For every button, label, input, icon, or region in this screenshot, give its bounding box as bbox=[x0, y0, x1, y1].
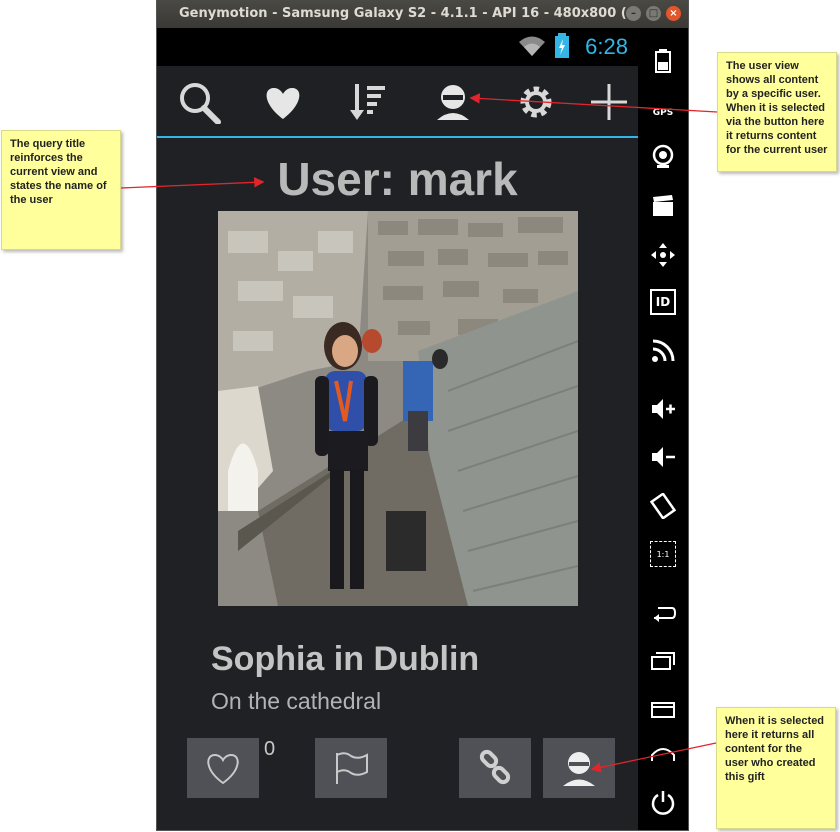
arrow-to-gift-user-button bbox=[590, 742, 717, 773]
arrow-to-user-button bbox=[469, 93, 718, 113]
arrow-to-query-title bbox=[120, 177, 265, 189]
annotation-arrows bbox=[120, 93, 718, 773]
